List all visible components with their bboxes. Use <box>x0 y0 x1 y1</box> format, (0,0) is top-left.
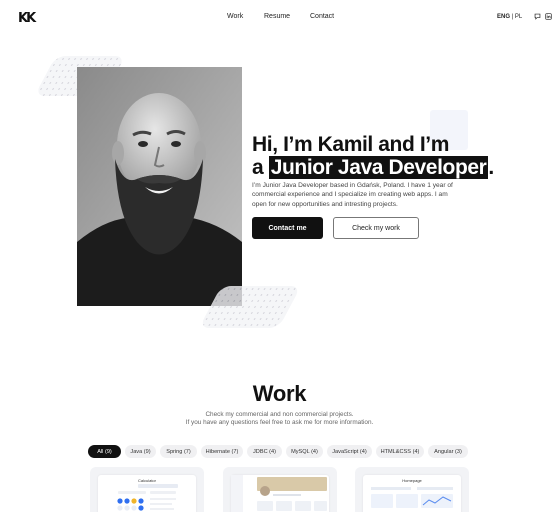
nav-resume[interactable]: Resume <box>264 13 290 20</box>
filter-spring[interactable]: Spring (7) <box>160 445 197 458</box>
filter-javascript[interactable]: JavaScript (4) <box>327 445 372 458</box>
lang-eng[interactable]: ENG <box>497 14 510 20</box>
project-preview <box>231 475 329 512</box>
project-card[interactable]: Calculator <box>90 467 204 512</box>
work-subtitle-line2: If you have any questions feel free to a… <box>185 419 374 426</box>
hero-title: Hi, I’m Kamil and I’m a Junior Java Deve… <box>252 133 494 179</box>
filter-html-css[interactable]: HTML&CSS (4) <box>376 445 424 458</box>
nav-work[interactable]: Work <box>227 13 243 20</box>
work-subtitle-line1: Check my commercial and non commercial p… <box>205 411 354 418</box>
project-filters: All (9) Java (9) Spring (7) Hibernate (7… <box>88 445 488 459</box>
portrait-illustration <box>77 67 242 306</box>
language-switcher: ENG | PL <box>497 14 522 20</box>
contact-me-button[interactable]: Contact me <box>252 217 323 239</box>
main-nav: Work Resume Contact <box>0 13 559 25</box>
filter-hibernate[interactable]: Hibernate (7) <box>201 445 243 458</box>
project-card[interactable]: Homepage <box>355 467 469 512</box>
homepage-preview-illustration <box>371 487 453 508</box>
lang-separator: | <box>511 14 514 20</box>
filter-angular[interactable]: Angular (3) <box>428 445 468 458</box>
profile-photo <box>77 67 242 306</box>
work-section-title: Work <box>252 381 307 406</box>
check-my-work-button[interactable]: Check my work <box>333 217 419 239</box>
nav-contact[interactable]: Contact <box>310 13 334 20</box>
project-card[interactable] <box>223 467 337 512</box>
project-preview: Homepage <box>363 475 461 512</box>
filter-all[interactable]: All (9) <box>88 445 121 458</box>
hero-title-line2: a Junior Java Developer. <box>252 156 494 179</box>
filter-java[interactable]: Java (9) <box>125 445 156 458</box>
filter-mysql[interactable]: MySQL (4) <box>286 445 323 458</box>
filter-jdbc[interactable]: JDBC (4) <box>247 445 282 458</box>
hero-title-line1: Hi, I’m Kamil and I’m <box>252 133 449 156</box>
hero-description: I’m Junior Java Developer based in Gdańs… <box>252 182 453 208</box>
linkedin-icon[interactable] <box>545 13 552 20</box>
lang-pl[interactable]: PL <box>515 14 522 20</box>
hero-title-prefix: a <box>252 156 264 179</box>
dashboard-preview-illustration <box>231 475 327 512</box>
hero-title-highlight: Junior Java Developer <box>268 156 489 179</box>
calculator-preview-illustration <box>117 484 178 511</box>
hero-title-suffix: . <box>488 156 494 179</box>
work-section-subtitle: Check my commercial and non commercial p… <box>0 411 559 427</box>
project-preview: Calculator <box>98 475 196 512</box>
chat-icon[interactable] <box>534 13 541 20</box>
